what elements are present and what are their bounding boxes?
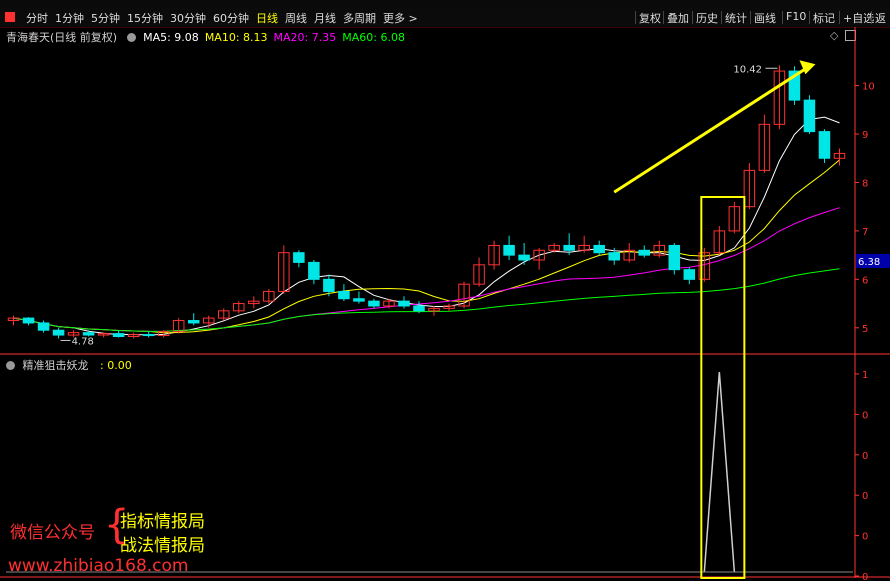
candle-body-3 bbox=[52, 329, 65, 336]
candle-body-39 bbox=[593, 244, 605, 254]
kline-chart[interactable]: 109876510.424.786.38100000 bbox=[0, 0, 890, 581]
ma-line-3 bbox=[13, 268, 840, 332]
candle-body-23 bbox=[353, 298, 365, 302]
y-tick-label-4: 6 bbox=[862, 275, 868, 286]
watermark-line2: 战法情报局 bbox=[120, 536, 205, 556]
candle-body-45 bbox=[683, 269, 696, 280]
candle-body-33 bbox=[503, 244, 515, 256]
ind-tick-label-5: 0 bbox=[862, 572, 868, 581]
candle-body-24 bbox=[368, 300, 380, 307]
candle-body-37 bbox=[563, 244, 575, 251]
candle-body-27 bbox=[413, 305, 425, 312]
candle-body-44 bbox=[668, 244, 681, 271]
candle-body-2 bbox=[37, 322, 50, 331]
watermark-left: 微信公众号 bbox=[10, 523, 95, 543]
ma-line-1 bbox=[13, 159, 840, 334]
low-label: 4.78 bbox=[72, 336, 94, 347]
watermark-url: www.zhibiao168.com bbox=[8, 556, 189, 576]
trend-arrow-line bbox=[613, 64, 811, 194]
ind-tick-label-0: 1 bbox=[862, 370, 868, 381]
candle-body-19 bbox=[293, 252, 305, 263]
ind-tick-label-3: 0 bbox=[862, 491, 868, 502]
candle-body-42 bbox=[638, 249, 651, 256]
ind-tick-label-1: 0 bbox=[862, 410, 868, 421]
ind-tick-label-2: 0 bbox=[862, 451, 868, 462]
ma-line-0 bbox=[13, 116, 840, 336]
candle-body-53 bbox=[803, 99, 816, 133]
candle-body-5 bbox=[82, 332, 95, 336]
y-tick-label-3: 7 bbox=[862, 227, 868, 238]
candle-body-22 bbox=[338, 290, 350, 300]
candle-body-54 bbox=[818, 131, 831, 159]
y-tick-label-0: 10 bbox=[862, 82, 875, 93]
candle-body-20 bbox=[308, 261, 320, 280]
candle-body-7 bbox=[112, 333, 125, 337]
price-tag: 6.38 bbox=[858, 257, 880, 268]
candle-body-40 bbox=[608, 252, 620, 261]
candle-body-26 bbox=[398, 300, 410, 307]
candle-body-9 bbox=[142, 334, 155, 337]
y-tick-label-5: 5 bbox=[862, 324, 868, 335]
ind-tick-label-4: 0 bbox=[862, 532, 868, 543]
y-tick-label-2: 8 bbox=[862, 178, 868, 189]
y-tick-label-1: 9 bbox=[862, 130, 868, 141]
ma-line-2 bbox=[13, 207, 840, 332]
candle-body-12 bbox=[187, 320, 200, 324]
candle-body-21 bbox=[323, 278, 335, 292]
watermark-line1: 指标情报局 bbox=[120, 512, 205, 532]
candle-body-34 bbox=[518, 254, 530, 261]
indicator-signal-line bbox=[703, 371, 736, 573]
high-label: 10.42 bbox=[733, 64, 762, 75]
candle-body-1 bbox=[22, 317, 35, 324]
